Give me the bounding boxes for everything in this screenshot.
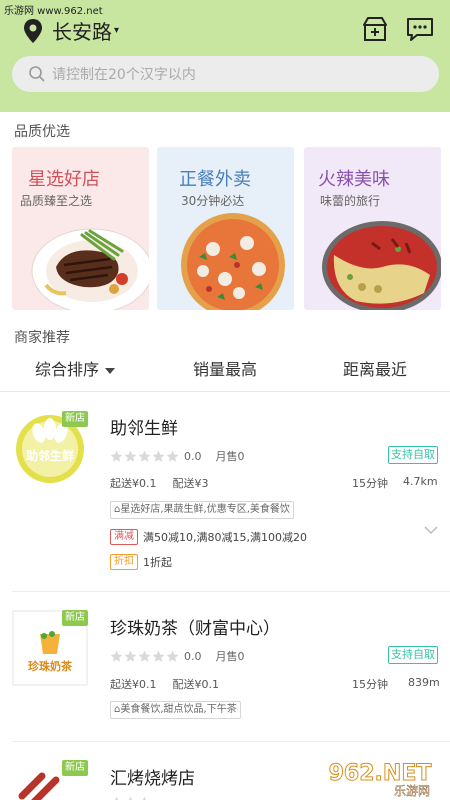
card-subtitle: 30分钟必达 [181, 194, 245, 208]
promo-text: 满50减10,满80减15,满100减20 [143, 531, 307, 544]
pickup-badge: 支持自取 [388, 646, 438, 664]
category-tags-text: 美食餐饮,甜点饮品,下午茶 [120, 704, 237, 715]
card-subtitle: 品质臻至之选 [20, 194, 93, 208]
card-star-shop[interactable]: 星选好店 品质臻至之选 [12, 147, 149, 310]
rating-row: 0.0 月售0 [110, 648, 245, 664]
star-icon [110, 450, 123, 462]
new-shop-badge: 新店 [62, 411, 88, 427]
new-shop-badge: 新店 [62, 610, 88, 626]
distance: 4.7km [403, 475, 438, 488]
star-icon [129, 796, 132, 800]
location-pin-icon [24, 18, 42, 43]
star-icon [124, 450, 137, 462]
promo-tag: 满减 [110, 529, 138, 545]
monthly-sales: 月售0 [215, 450, 245, 463]
star-icon [166, 450, 179, 462]
star-icon [110, 650, 123, 662]
card-spicy[interactable]: 火辣美味 味蕾的旅行 [304, 147, 441, 310]
pickup-badge: 支持自取 [388, 446, 438, 464]
star-icon [138, 450, 151, 462]
star-icon [138, 650, 151, 662]
shop-name: 珍珠奶茶（财富中心） [110, 619, 280, 639]
star-icon [124, 650, 137, 662]
star-icon [166, 650, 179, 662]
category-tags-text: 星选好店,果蔬生鲜,优惠专区,美食餐饮 [120, 504, 290, 515]
watermark-sub: 乐游网 [394, 784, 430, 798]
promo-row: 折扣 1折起 [110, 554, 172, 570]
watermark-brand: 962.NET [329, 761, 432, 786]
shop-item[interactable]: 珍珠奶茶 新店 珍珠奶茶（财富中心） 0.0 月售0 支持自取 起送¥0.1 配送… [0, 592, 450, 740]
delivery-info: 起送¥0.1 配送¥3 [110, 475, 225, 491]
card-subtitle: 味蕾的旅行 [320, 194, 381, 208]
new-shop-badge: 新店 [62, 760, 88, 776]
rating-value: 0.0 [184, 649, 202, 663]
category-tags: ⌂美食餐饮,甜点饮品,下午茶 [110, 701, 241, 719]
delivery-fee: 配送¥0.1 [172, 678, 220, 691]
shop-logo-text: 珍珠奶茶 [28, 659, 73, 673]
filter-comprehensive[interactable]: 综合排序 [0, 348, 150, 391]
watermark-logo: 962.NET 乐游网 [328, 761, 432, 799]
promo-text: 1折起 [143, 556, 172, 569]
caret-down-icon: ▾ [114, 25, 120, 36]
star-icon [115, 796, 118, 800]
rating-row [110, 796, 152, 800]
section-title-merchants: 商家推荐 [14, 330, 70, 346]
filter-label: 销量最高 [192, 360, 257, 379]
location-name: 长安路 [52, 20, 112, 44]
star-icon [143, 796, 146, 800]
shop-logo-text: 助邻生鲜 [26, 448, 74, 463]
delivery-time: 15分钟 [352, 678, 388, 691]
min-order: 起送¥0.1 [110, 477, 157, 490]
promo-tag: 折扣 [110, 554, 138, 570]
shop-name: 汇烤烧烤店 [110, 769, 195, 789]
watermark-top: 乐游网 www.962.net [4, 6, 103, 17]
card-main-meal[interactable]: 正餐外卖 30分钟必达 [157, 147, 294, 310]
search-icon [29, 66, 45, 82]
rating-row: 0.0 月售0 [110, 448, 245, 464]
star-icon [152, 650, 165, 662]
chevron-down-icon[interactable] [424, 525, 438, 535]
card-title: 正餐外卖 [179, 169, 251, 190]
delivery-info: 起送¥0.1 配送¥0.1 [110, 676, 235, 692]
min-order: 起送¥0.1 [110, 678, 157, 691]
delivery-time: 15分钟 [352, 477, 388, 490]
delivery-fee: 配送¥3 [172, 477, 209, 490]
filter-sales[interactable]: 销量最高 [150, 348, 300, 391]
hotpot-image [322, 221, 441, 310]
rating-value: 0.0 [184, 449, 202, 463]
filter-label: 综合排序 [34, 360, 99, 379]
filter-label: 距离最近 [342, 360, 407, 379]
category-tags: ⌂星选好店,果蔬生鲜,优惠专区,美食餐饮 [110, 501, 294, 519]
shop-name: 助邻生鲜 [110, 419, 178, 439]
steak-plate-image [31, 228, 149, 310]
card-title: 火辣美味 [318, 169, 390, 190]
card-title: 星选好店 [28, 169, 100, 190]
search-placeholder: 请控制在20个汉字以内 [52, 67, 196, 83]
sort-filter-bar: 综合排序 销量最高 距离最近 [0, 348, 450, 392]
pizza-image [181, 213, 285, 310]
star-icon [152, 450, 165, 462]
monthly-sales: 月售0 [215, 650, 245, 663]
store-icon[interactable] [360, 14, 390, 44]
search-input[interactable]: 请控制在20个汉字以内 [12, 56, 439, 92]
shop-item[interactable]: 助邻生鲜 新店 助邻生鲜 0.0 月售0 支持自取 起送¥0.1 配送¥3 15分… [0, 395, 450, 590]
promo-row: 满减 满50减10,满80减15,满100减20 [110, 529, 307, 545]
message-icon[interactable] [405, 14, 435, 44]
location-selector[interactable]: 长安路 ▾ [22, 16, 119, 45]
filter-distance[interactable]: 距离最近 [300, 348, 450, 391]
distance: 839m [408, 676, 440, 689]
section-title-quality: 品质优选 [14, 124, 70, 140]
caret-down-icon [105, 367, 115, 374]
